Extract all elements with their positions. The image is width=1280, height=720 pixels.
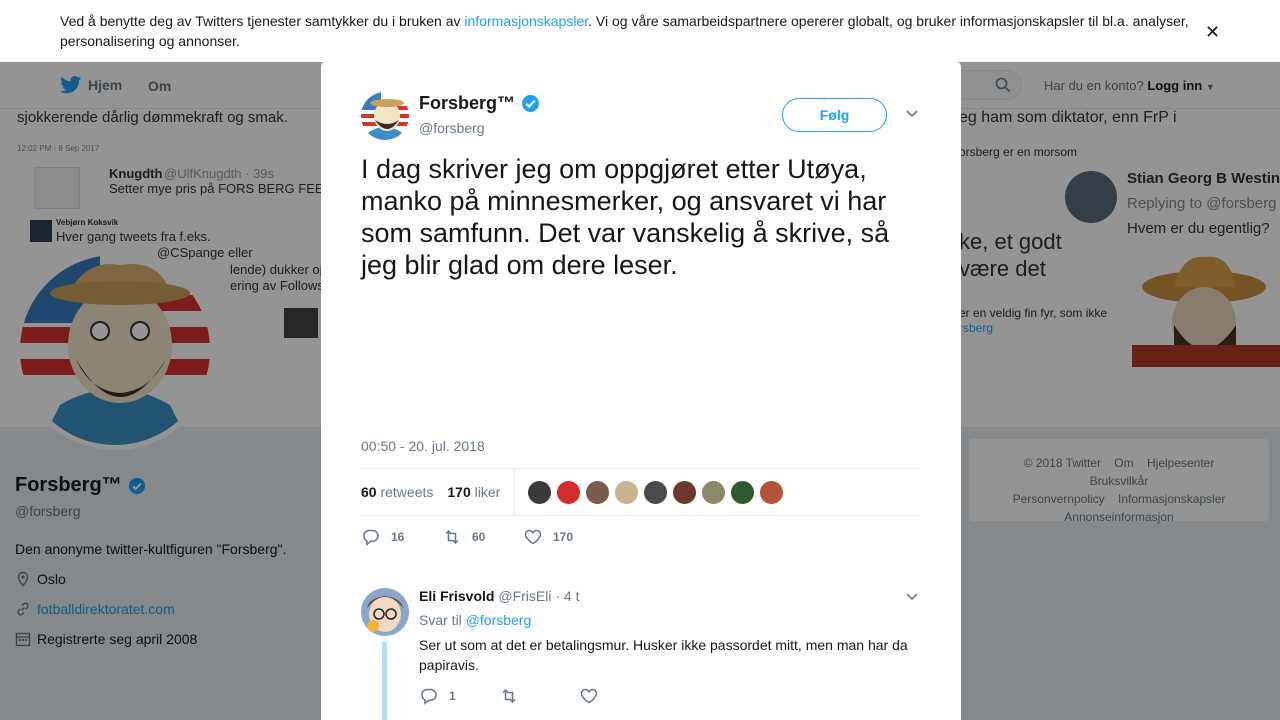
tweet-author-name[interactable]: Forsberg™ (419, 93, 540, 114)
liker-avatar[interactable] (527, 479, 553, 505)
reply-header: Eli Frisvold @FrisEli · 4 t (419, 588, 579, 604)
cookie-text-before: Ved å benytte deg av Twitters tjenester … (60, 13, 465, 29)
chevron-down-icon[interactable] (905, 592, 919, 602)
cookie-link[interactable]: informasjonskapsler (464, 13, 588, 29)
reply-to: Svar til @forsberg (419, 612, 531, 628)
reply-reply-button[interactable]: 1 (419, 686, 499, 706)
heart-icon (524, 529, 542, 545)
close-modal-icon[interactable] (1236, 13, 1258, 35)
reply-avatar-image (361, 588, 409, 636)
tweet-timestamp[interactable]: 00:50 - 20. jul. 2018 (361, 438, 485, 454)
reply-retweet-button[interactable] (499, 686, 579, 706)
reply-time[interactable]: · 4 t (555, 588, 579, 604)
reply-to-label: Svar til (419, 612, 462, 628)
reply-author-name[interactable]: Eli Frisvold (419, 588, 494, 604)
liker-avatar[interactable] (614, 479, 640, 505)
tweet-author-avatar[interactable] (361, 92, 409, 140)
retweets-stat-count: 60 (361, 484, 377, 500)
retweets-stat[interactable]: 60 retweets (361, 484, 433, 500)
retweet-icon (502, 688, 516, 704)
tweet-stats: 60 retweets 170 liker (361, 468, 921, 516)
likes-stat[interactable]: 170 liker (447, 484, 500, 500)
like-button[interactable]: 170 (523, 527, 604, 547)
follow-button[interactable]: Følg (782, 98, 887, 132)
chevron-down-icon[interactable] (905, 109, 919, 119)
tweet-actions: 16 60 170 (361, 527, 604, 547)
reply-actions: 1 (419, 686, 659, 706)
stats-divider (514, 469, 516, 515)
cookie-banner: Ved å benytte deg av Twitters tjenester … (0, 0, 1280, 62)
tweet-author-name-text: Forsberg™ (419, 93, 516, 113)
retweet-icon (445, 529, 459, 545)
like-count: 170 (553, 530, 574, 544)
reply-to-handle[interactable]: @forsberg (466, 612, 532, 628)
verified-badge-icon (521, 94, 540, 113)
liker-avatar[interactable] (730, 479, 756, 505)
retweet-count: 60 (472, 530, 486, 544)
reply-author-handle[interactable]: @FrisEli (498, 588, 551, 604)
tweet-author-handle[interactable]: @forsberg (419, 120, 485, 136)
reply-reply-count: 1 (449, 689, 456, 703)
retweets-stat-label: retweets (380, 484, 434, 500)
reply-author-avatar[interactable] (361, 588, 409, 636)
liker-avatar[interactable] (643, 479, 669, 505)
heart-icon (580, 688, 598, 704)
retweet-button[interactable]: 60 (442, 527, 523, 547)
likes-stat-label: liker (474, 484, 501, 500)
likes-stat-count: 170 (447, 484, 471, 500)
reply-count: 16 (391, 530, 405, 544)
reply-like-button[interactable] (579, 686, 659, 706)
liker-avatar[interactable] (672, 479, 698, 505)
liker-avatar[interactable] (701, 479, 727, 505)
liker-avatar[interactable] (585, 479, 611, 505)
reply-text: Ser ut som at det er betalingsmur. Huske… (419, 637, 908, 673)
cookie-close-icon[interactable]: ✕ (1205, 22, 1220, 42)
avatar-illustration-small (361, 92, 409, 140)
reply-button[interactable]: 16 (361, 527, 442, 547)
tweet-text: I dag skriver jeg om oppgjøret etter Utø… (361, 154, 890, 280)
reply-thread-line (382, 642, 387, 720)
reply-icon (421, 688, 437, 705)
liker-avatar[interactable] (556, 479, 582, 505)
liker-avatar[interactable] (759, 479, 785, 505)
likers-avatars (527, 479, 785, 505)
tweet-modal: Forsberg™ @forsberg Følg I dag skriver j… (321, 61, 961, 720)
reply-icon (363, 529, 379, 546)
